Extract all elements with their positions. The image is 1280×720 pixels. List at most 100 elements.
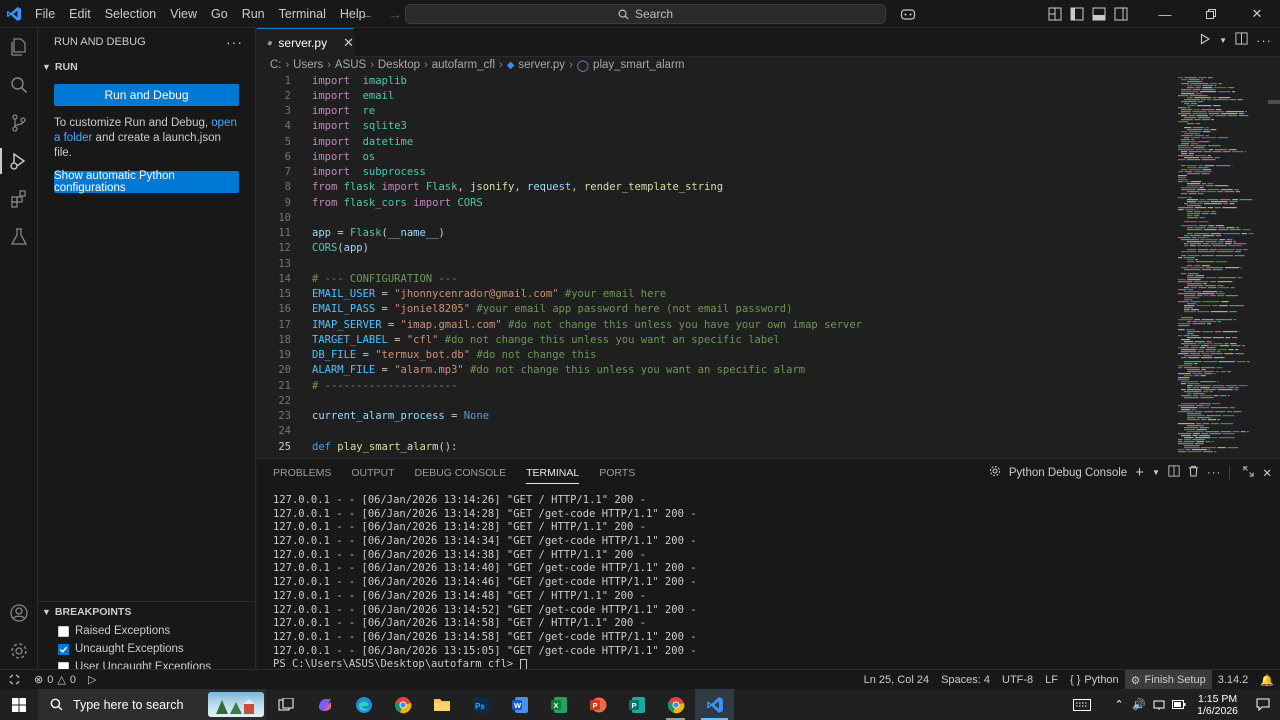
breadcrumb-item[interactable]: server.py — [518, 59, 565, 71]
forward-arrow-icon[interactable]: → — [384, 4, 406, 24]
more-actions-icon[interactable]: ··· — [226, 34, 243, 50]
publisher-icon[interactable]: P — [617, 689, 656, 720]
code-line[interactable]: 6 import os — [257, 149, 1170, 164]
tab-terminal[interactable]: TERMINAL — [516, 459, 589, 487]
file-explorer-icon[interactable] — [422, 689, 461, 720]
extensions-icon[interactable] — [0, 180, 38, 218]
menu-run[interactable]: Run — [235, 0, 272, 28]
explorer-icon[interactable] — [0, 28, 38, 66]
terminal-session-label[interactable]: Python Debug Console — [1009, 467, 1127, 479]
menu-selection[interactable]: Selection — [98, 0, 163, 28]
code-line[interactable]: 5 import datetime — [257, 134, 1170, 149]
debug-launch-icon[interactable]: ▷ — [82, 670, 102, 690]
cursor-position[interactable]: Ln 25, Col 24 — [858, 670, 935, 690]
trash-icon[interactable] — [1188, 465, 1199, 480]
menu-terminal[interactable]: Terminal — [272, 0, 333, 28]
breadcrumb-item[interactable]: ASUS — [335, 59, 366, 71]
chevron-down-icon[interactable]: ▼ — [1152, 468, 1160, 477]
battery-icon[interactable] — [1169, 689, 1189, 720]
close-window-icon[interactable]: ✕ — [1234, 0, 1280, 28]
code-line[interactable]: 4 import sqlite3 — [257, 119, 1170, 134]
run-and-debug-button[interactable]: Run and Debug — [54, 84, 239, 106]
testing-flask-icon[interactable] — [0, 218, 38, 256]
show-python-configurations-button[interactable]: Show automatic Python configurations — [54, 170, 239, 194]
run-python-file-icon[interactable] — [1199, 33, 1211, 48]
photoshop-icon[interactable]: Ps — [461, 689, 500, 720]
code-line[interactable]: 9 from flask_cors import CORS — [257, 195, 1170, 210]
code-line[interactable]: 10 — [257, 210, 1170, 225]
vscode-taskbar-icon[interactable] — [695, 689, 734, 720]
chevron-up-icon[interactable]: ⌃ — [1109, 689, 1129, 720]
toggle-panel-icon[interactable] — [1088, 3, 1110, 25]
clock[interactable]: 1:15 PM 1/6/2026 — [1189, 693, 1246, 717]
breakpoints-header[interactable]: ▼ BREAKPOINTS — [38, 602, 256, 622]
chrome-running-icon[interactable] — [656, 689, 695, 720]
language-mode[interactable]: { } Python — [1064, 670, 1125, 690]
accounts-icon[interactable] — [0, 594, 38, 632]
code-line[interactable]: 21 # --------------------- — [257, 378, 1170, 393]
task-view-icon[interactable] — [266, 689, 305, 720]
chevron-down-icon[interactable]: ▼ — [1219, 36, 1227, 45]
code-line[interactable]: 20 ALARM_FILE = "alarm.mp3" #do not chang… — [257, 363, 1170, 378]
copilot-icon[interactable] — [896, 3, 920, 25]
code-line[interactable]: 25 def play_smart_alarm(): — [257, 439, 1170, 454]
breakpoint-raised-exceptions[interactable]: Raised Exceptions — [38, 622, 256, 640]
breadcrumb-item[interactable]: Users — [293, 59, 323, 71]
code-line[interactable]: 3 import re — [257, 104, 1170, 119]
menu-file[interactable]: File — [28, 0, 62, 28]
back-arrow-icon[interactable]: ← — [356, 4, 378, 24]
breadcrumb-item[interactable]: Desktop — [378, 59, 420, 71]
taskbar-search[interactable]: Type here to search — [38, 689, 266, 720]
restore-icon[interactable] — [1188, 0, 1234, 28]
edge-icon[interactable] — [344, 689, 383, 720]
tab-problems[interactable]: PROBLEMS — [263, 459, 341, 487]
notification-center-icon[interactable] — [1246, 689, 1280, 720]
code-line[interactable]: 22 — [257, 393, 1170, 408]
code-line[interactable]: 13 — [257, 256, 1170, 271]
tab-server-py[interactable]: server.py ✕ — [257, 28, 354, 57]
customize-layout-icon[interactable] — [1044, 3, 1066, 25]
copilot-app-icon[interactable] — [305, 689, 344, 720]
code-line[interactable]: 17 IMAP_SERVER = "imap.gmail.com" #do not… — [257, 317, 1170, 332]
menu-go[interactable]: Go — [204, 0, 235, 28]
chrome-icon[interactable] — [383, 689, 422, 720]
run-section-header[interactable]: ▼ RUN — [38, 56, 255, 78]
code-line[interactable]: 2 import email — [257, 88, 1170, 103]
notifications-bell-icon[interactable]: 🔔 — [1254, 670, 1280, 690]
editor-scrollbar[interactable] — [1268, 100, 1280, 104]
remote-icon[interactable] — [0, 670, 28, 690]
breadcrumb-item[interactable]: play_smart_alarm — [593, 59, 684, 71]
run-and-debug-icon[interactable] — [0, 142, 38, 180]
code-line[interactable]: 11 app = Flask(__name__) — [257, 226, 1170, 241]
windows-start-icon[interactable] — [0, 689, 38, 720]
breadcrumb-item[interactable]: autofarm_cfl — [432, 59, 495, 71]
search-sidebar-icon[interactable] — [0, 66, 38, 104]
encoding[interactable]: UTF-8 — [996, 670, 1039, 690]
breadcrumb-item[interactable]: C: — [270, 59, 282, 71]
powerpoint-icon[interactable]: P — [578, 689, 617, 720]
maximize-panel-icon[interactable] — [1243, 465, 1254, 480]
more-actions-icon[interactable]: ··· — [1207, 467, 1222, 479]
code-line[interactable]: 7 import subprocess — [257, 165, 1170, 180]
minimize-icon[interactable]: — — [1142, 0, 1188, 28]
minimap[interactable] — [1172, 73, 1270, 456]
split-editor-icon[interactable] — [1235, 32, 1248, 48]
indentation[interactable]: Spaces: 4 — [935, 670, 996, 690]
tab-debug-console[interactable]: DEBUG CONSOLE — [405, 459, 517, 487]
new-terminal-icon[interactable]: + — [1135, 464, 1144, 481]
checkbox-checked[interactable] — [58, 643, 69, 655]
split-terminal-icon[interactable] — [1168, 465, 1180, 480]
code-line[interactable]: 14 # --- CONFIGURATION --- — [257, 271, 1170, 286]
close-icon[interactable]: ✕ — [1262, 466, 1272, 480]
network-icon[interactable] — [1149, 689, 1169, 720]
toggle-secondary-sidebar-icon[interactable] — [1110, 3, 1132, 25]
line-ending[interactable]: LF — [1039, 670, 1064, 690]
problems-status[interactable]: ⊗ 0 △ 0 — [28, 670, 82, 690]
manage-gear-icon[interactable] — [0, 632, 38, 670]
code-line[interactable]: 18 TARGET_LABEL = "cfl" #do not change th… — [257, 332, 1170, 347]
toggle-primary-sidebar-icon[interactable] — [1066, 3, 1088, 25]
python-version[interactable]: 3.14.2 — [1212, 670, 1255, 690]
terminal-output[interactable]: 127.0.0.1 - - [06/Jan/2026 13:14:26] "GE… — [273, 494, 697, 672]
code-line[interactable]: 19 DB_FILE = "termux_bot.db" #do not chan… — [257, 348, 1170, 363]
close-icon[interactable]: ✕ — [343, 35, 354, 51]
